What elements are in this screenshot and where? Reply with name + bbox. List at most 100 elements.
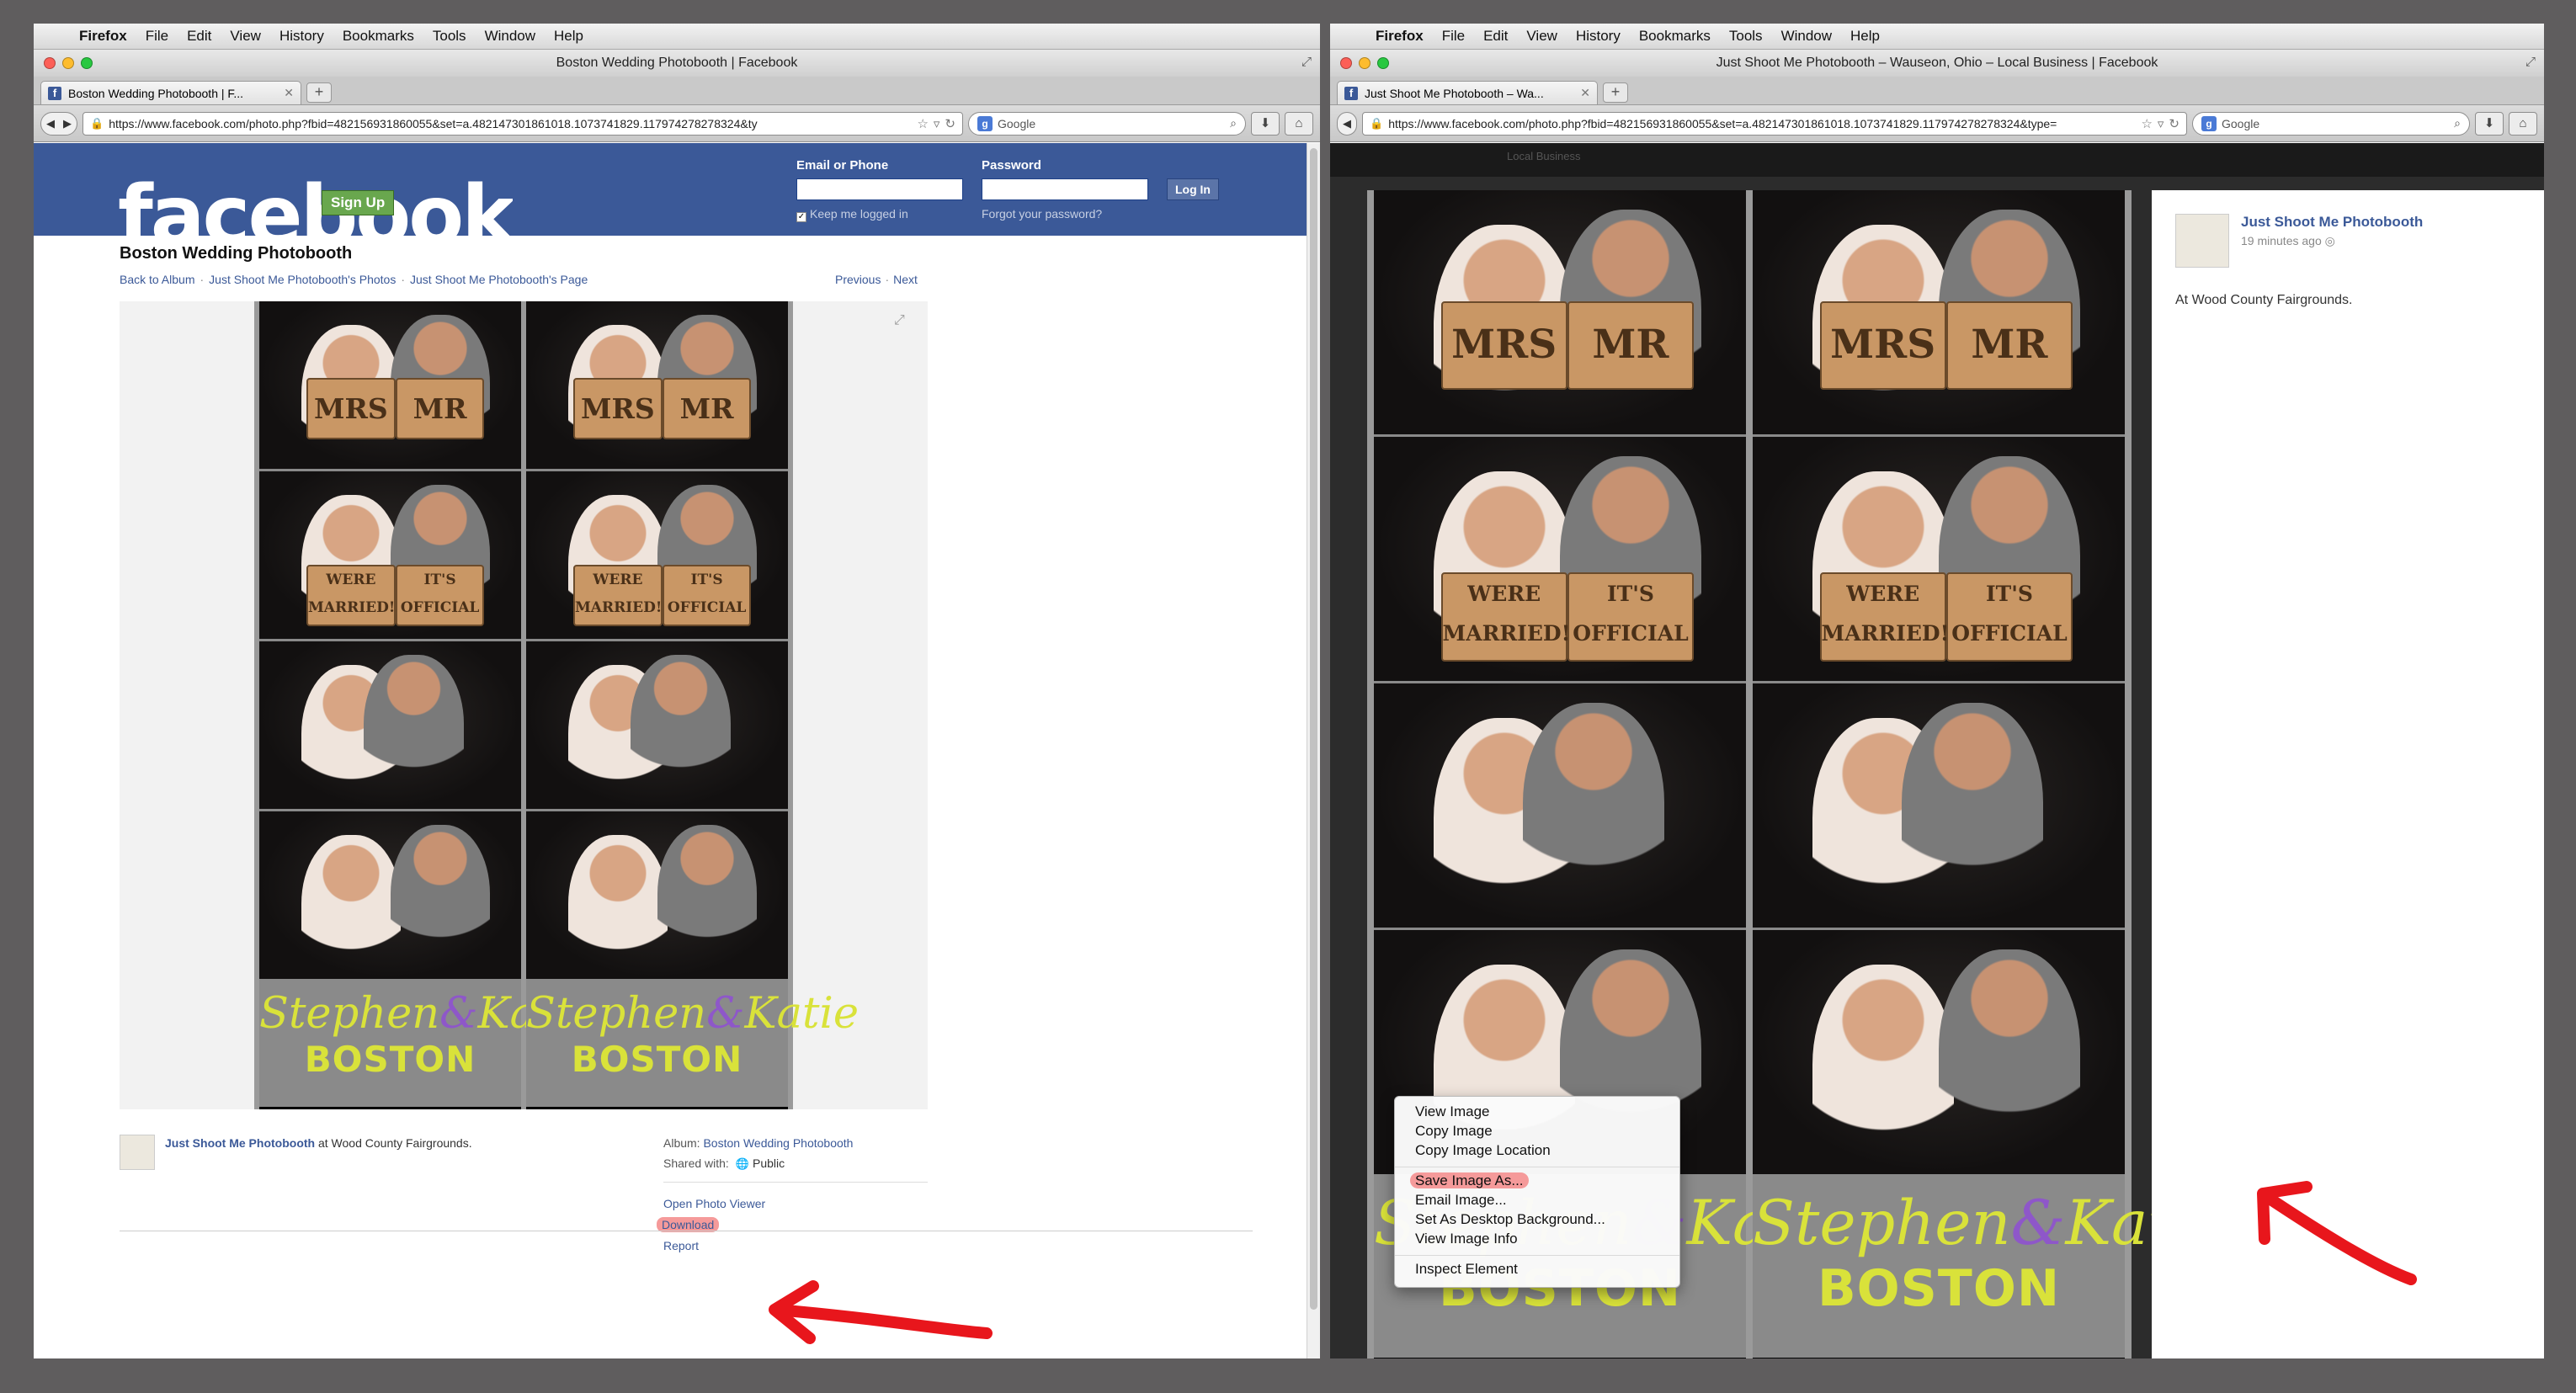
home-icon[interactable]: ⌂ [2509, 111, 2537, 136]
dropdown-icon[interactable]: ▿ [2158, 116, 2164, 131]
menu-bookmarks[interactable]: Bookmarks [1639, 28, 1711, 45]
menu-item-email-image[interactable]: Email Image... [1395, 1192, 1679, 1211]
bookmark-star-icon[interactable]: ☆ [2141, 116, 2152, 131]
close-window-button[interactable] [44, 57, 56, 69]
page-avatar[interactable] [120, 1135, 155, 1170]
log-in-button[interactable]: Log In [1167, 178, 1219, 200]
new-tab-button[interactable]: + [1603, 82, 1628, 103]
caption-ampersand: & [439, 989, 478, 1039]
page-title: Boston Wedding Photobooth [120, 244, 353, 263]
menu-help[interactable]: Help [1850, 28, 1880, 45]
menu-app[interactable]: Firefox [1376, 28, 1424, 45]
menu-history[interactable]: History [1576, 28, 1621, 45]
scrollbar[interactable] [1307, 143, 1320, 1358]
menu-view[interactable]: View [230, 28, 261, 45]
facebook-logo[interactable]: facebook [118, 173, 513, 236]
email-field[interactable] [796, 178, 963, 200]
reload-icon[interactable]: ↻ [945, 116, 955, 131]
open-photo-viewer-link[interactable]: Open Photo Viewer [663, 1197, 765, 1210]
fullscreen-icon[interactable]: ⤢ [1301, 55, 1312, 69]
expand-icon[interactable]: ⤢ [894, 313, 909, 328]
menu-view[interactable]: View [1526, 28, 1557, 45]
menu-edit[interactable]: Edit [1483, 28, 1508, 45]
facebook-page-left: facebook Sign Up Email or Phone Password… [34, 143, 1307, 1358]
photo-prop-sign: MRS [572, 377, 663, 439]
tab-close-icon[interactable]: ✕ [1580, 86, 1590, 100]
fullscreen-icon[interactable]: ⤢ [2525, 55, 2536, 69]
menu-tools[interactable]: Tools [1729, 28, 1763, 45]
shared-label: Shared with: [663, 1156, 729, 1170]
search-bar[interactable]: g Google ⌕ [2192, 111, 2470, 136]
photo-frame: MRS MR [1753, 190, 2125, 437]
page-name-link[interactable]: Just Shoot Me Photobooth [165, 1136, 315, 1150]
page-link[interactable]: Just Shoot Me Photobooth's Page [410, 273, 588, 286]
downloads-icon[interactable]: ⬇ [2475, 111, 2504, 136]
back-to-album-link[interactable]: Back to Album [120, 273, 195, 286]
shared-value: Public [753, 1156, 785, 1170]
back-forward-buttons[interactable]: ◀ [1337, 111, 1357, 136]
previous-link[interactable]: Previous [835, 273, 881, 286]
menu-item-inspect-element[interactable]: Inspect Element [1395, 1261, 1679, 1280]
zoom-window-button[interactable] [81, 57, 93, 69]
menu-item-save-image-as[interactable]: Save Image As... [1395, 1172, 1679, 1192]
google-icon[interactable]: g [2201, 115, 2217, 131]
menu-edit[interactable]: Edit [187, 28, 211, 45]
url-bar[interactable]: 🔒 https://www.facebook.com/photo.php?fbi… [82, 111, 963, 136]
reload-icon[interactable]: ↻ [2169, 116, 2179, 131]
report-link[interactable]: Report [663, 1239, 699, 1252]
menu-file[interactable]: File [1442, 28, 1465, 45]
menu-app[interactable]: Firefox [79, 28, 127, 45]
menu-separator [1395, 1255, 1679, 1256]
next-link[interactable]: Next [893, 273, 918, 286]
tab-active[interactable]: f Boston Wedding Photobooth | F... ✕ [40, 81, 301, 104]
google-icon[interactable]: g [977, 115, 993, 131]
back-forward-buttons[interactable]: ◀ ▶ [40, 111, 77, 136]
forward-arrow-icon[interactable]: ▶ [63, 117, 72, 130]
menu-item-view-image[interactable]: View Image [1395, 1103, 1679, 1123]
tab-active[interactable]: f Just Shoot Me Photobooth – Wa... ✕ [1337, 81, 1598, 104]
menu-item-copy-image-location[interactable]: Copy Image Location [1395, 1142, 1679, 1162]
sign-up-button[interactable]: Sign Up [322, 190, 395, 215]
checkbox-checked-icon[interactable]: ✓ [796, 212, 806, 222]
url-bar[interactable]: 🔒 https://www.facebook.com/photo.php?fbi… [1362, 111, 2187, 136]
menu-item-view-image-info[interactable]: View Image Info [1395, 1231, 1679, 1250]
menu-history[interactable]: History [279, 28, 324, 45]
menu-item-set-desktop-background[interactable]: Set As Desktop Background... [1395, 1211, 1679, 1231]
menu-file[interactable]: File [146, 28, 168, 45]
menu-window[interactable]: Window [1781, 28, 1832, 45]
menu-window[interactable]: Window [485, 28, 535, 45]
search-icon[interactable]: ⌕ [1230, 116, 1237, 130]
photo-frame [1374, 683, 1746, 930]
forgot-password-link[interactable]: Forgot your password? [982, 207, 1102, 221]
scrollbar-thumb[interactable] [1310, 148, 1317, 1310]
page-avatar[interactable] [2175, 214, 2229, 268]
close-window-button[interactable] [1340, 57, 1352, 69]
photo-strip-image[interactable]: MRSMRWERE MARRIED!IT'S OFFICIALStephen&K… [254, 301, 859, 1109]
back-arrow-icon[interactable]: ◀ [46, 117, 55, 130]
zoom-window-button[interactable] [1377, 57, 1389, 69]
search-bar[interactable]: g Google ⌕ [968, 111, 1246, 136]
search-icon[interactable]: ⌕ [2454, 116, 2461, 130]
home-icon[interactable]: ⌂ [1285, 111, 1313, 136]
dropdown-icon[interactable]: ▿ [934, 116, 940, 131]
minimize-window-button[interactable] [62, 57, 74, 69]
photos-link[interactable]: Just Shoot Me Photobooth's Photos [209, 273, 396, 286]
bookmark-star-icon[interactable]: ☆ [917, 116, 928, 131]
minimize-window-button[interactable] [1359, 57, 1370, 69]
page-name-link[interactable]: Just Shoot Me Photobooth [2241, 214, 2423, 231]
album-link[interactable]: Boston Wedding Photobooth [703, 1136, 853, 1150]
new-tab-button[interactable]: + [306, 82, 332, 103]
menu-help[interactable]: Help [554, 28, 583, 45]
menu-bookmarks[interactable]: Bookmarks [343, 28, 414, 45]
menu-tools[interactable]: Tools [433, 28, 466, 45]
password-field[interactable] [982, 178, 1148, 200]
keep-logged-in[interactable]: ✓ Keep me logged in [796, 207, 908, 222]
navigation-toolbar: ◀ ▶ 🔒 https://www.facebook.com/photo.php… [34, 105, 1320, 142]
downloads-icon[interactable]: ⬇ [1251, 111, 1280, 136]
menu-item-copy-image[interactable]: Copy Image [1395, 1123, 1679, 1142]
photo-frame [259, 811, 521, 981]
back-arrow-icon[interactable]: ◀ [1343, 117, 1351, 130]
tab-close-icon[interactable]: ✕ [284, 86, 294, 100]
bride-figure [1812, 965, 1954, 1174]
photo-prop-sign: IT'S OFFICIAL [1945, 572, 2073, 662]
